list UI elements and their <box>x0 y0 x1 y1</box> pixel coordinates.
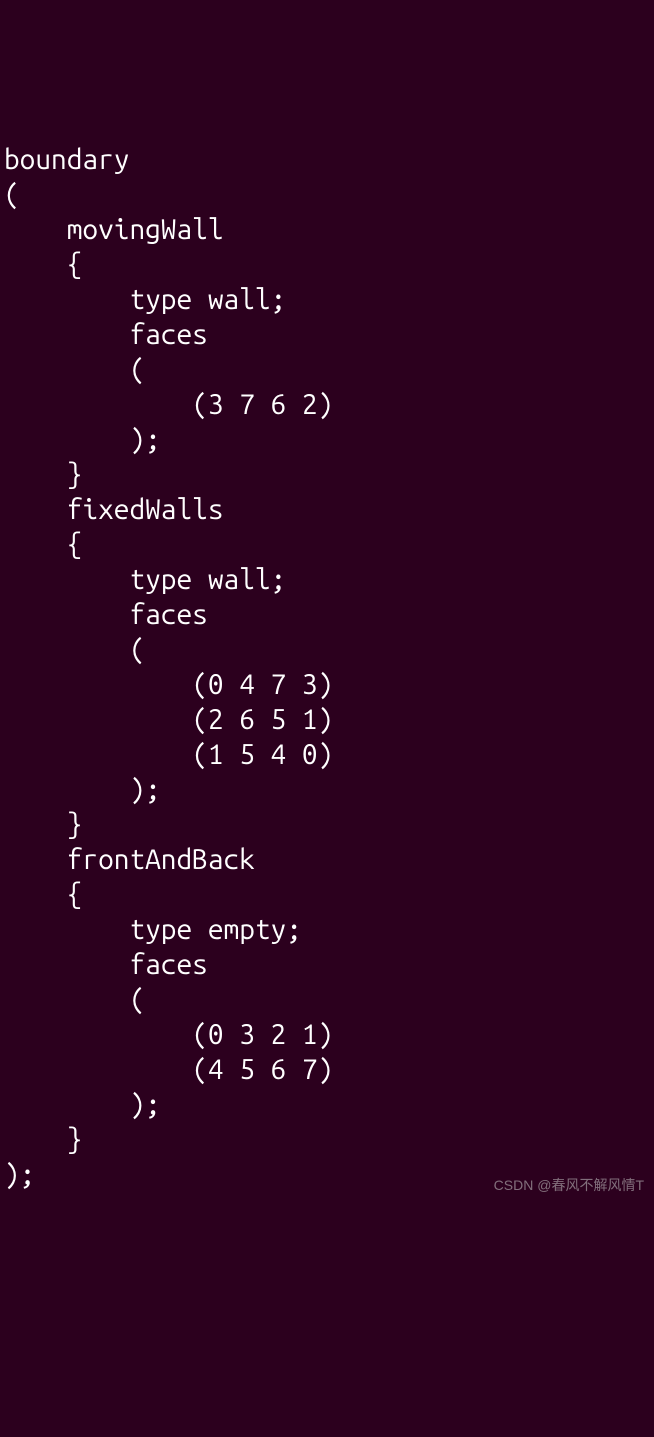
code-line: (2 6 5 1) <box>4 704 333 735</box>
code-line: frontAndBack <box>4 844 255 875</box>
watermark: CSDN @春风不解风情T <box>494 1177 644 1195</box>
code-block: boundary ( movingWall { type wall; faces… <box>4 142 650 1192</box>
code-line: ); <box>4 1089 161 1120</box>
code-line: faces <box>4 319 208 350</box>
code-line: (3 7 6 2) <box>4 389 333 420</box>
code-line: (0 3 2 1) <box>4 1019 333 1050</box>
code-line: ( <box>4 354 145 385</box>
code-line: faces <box>4 599 208 630</box>
code-line: ( <box>4 634 145 665</box>
code-line: ); <box>4 1159 35 1190</box>
code-line: type empty; <box>4 914 302 945</box>
code-line: (4 5 6 7) <box>4 1054 333 1085</box>
code-line: boundary <box>4 144 129 175</box>
code-line: movingWall <box>4 214 224 245</box>
code-line: ); <box>4 424 161 455</box>
code-line: type wall; <box>4 564 286 595</box>
code-line: (1 5 4 0) <box>4 739 333 770</box>
code-line: { <box>4 529 82 560</box>
code-line: } <box>4 809 82 840</box>
code-line: fixedWalls <box>4 494 224 525</box>
code-line: (0 4 7 3) <box>4 669 333 700</box>
code-line: faces <box>4 949 208 980</box>
code-line: } <box>4 459 82 490</box>
code-line: ( <box>4 984 145 1015</box>
code-line: { <box>4 879 82 910</box>
code-line: ( <box>4 179 20 210</box>
code-line: type wall; <box>4 284 286 315</box>
code-line: { <box>4 249 82 280</box>
code-line: } <box>4 1124 82 1155</box>
code-line: ); <box>4 774 161 805</box>
